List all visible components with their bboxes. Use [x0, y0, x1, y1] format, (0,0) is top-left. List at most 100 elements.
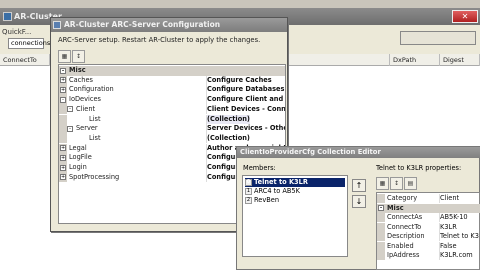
member-property-row[interactable]: - Misc	[377, 203, 480, 213]
member-label: Telnet to K3LR	[254, 178, 308, 186]
column-header-digest[interactable]: Digest	[440, 54, 480, 66]
property-name: Caches	[69, 75, 93, 84]
member-item[interactable]: 0 Telnet to K3LR	[245, 178, 345, 187]
property-row[interactable]: -Server Server Devices - Others connect i…	[59, 124, 285, 134]
member-item[interactable]: 2 RevBen	[245, 196, 345, 205]
member-label: ARC4 to AB5K	[254, 187, 300, 195]
member-property-row[interactable]: ConnectAs AB5K-10	[377, 213, 480, 222]
property-value[interactable]: Configure Databases	[206, 85, 284, 95]
property-value[interactable]: K3LR.com	[439, 251, 473, 260]
property-row[interactable]: - Misc	[59, 66, 285, 76]
property-row[interactable]: List (Collection)	[59, 114, 285, 125]
property-name: LogFile	[69, 153, 92, 162]
toolbar-button[interactable]	[400, 31, 476, 45]
property-value[interactable]: Client Devices - Connect outbound	[206, 104, 285, 115]
property-value[interactable]: Server Devices - Others connect inbound …	[206, 124, 285, 134]
collapse-icon[interactable]: -	[60, 96, 66, 103]
property-name: Server	[76, 124, 98, 133]
property-name: ConnectAs	[387, 213, 423, 221]
property-name: Category	[387, 194, 418, 202]
member-index: 0	[245, 178, 252, 186]
row-gutter	[377, 241, 385, 251]
move-down-button[interactable]: ↓	[352, 195, 366, 208]
row-gutter	[59, 133, 67, 144]
collapse-icon[interactable]: -	[378, 205, 384, 211]
property-name: List	[89, 114, 101, 123]
property-row[interactable]: -IoDevices Configure Client and Server I/…	[59, 95, 285, 105]
close-icon[interactable]: ✕	[452, 10, 478, 23]
property-value[interactable]: Configure Caches	[206, 75, 272, 86]
member-item[interactable]: 1 ARC4 to AB5K	[245, 187, 345, 196]
alphabetical-icon[interactable]: ↕	[390, 177, 403, 190]
row-gutter	[377, 194, 385, 203]
window-icon	[53, 21, 61, 29]
property-name: IpAddress	[387, 251, 420, 259]
property-row[interactable]: + Configuration Configure Databases	[59, 85, 285, 95]
row-gutter	[59, 114, 67, 125]
column-header-dxpath[interactable]: DxPath	[390, 54, 440, 66]
properties-toolbar: ▦ ↕ ▤	[376, 177, 426, 190]
collapse-icon[interactable]: -	[67, 106, 73, 113]
properties-label: Telnet to K3LR properties:	[376, 164, 462, 172]
property-value[interactable]: (Collection)	[206, 114, 250, 125]
row-gutter	[59, 124, 67, 134]
property-name: SpotProcessing	[69, 172, 120, 181]
property-row[interactable]: List (Collection)	[59, 133, 285, 144]
menu-bar[interactable]: QuickF...	[2, 27, 48, 37]
alphabetical-icon[interactable]: ↕	[72, 50, 85, 63]
member-index: 2	[245, 196, 252, 204]
row-gutter	[59, 104, 67, 115]
row-gutter	[377, 222, 385, 232]
collapse-icon[interactable]: -	[67, 125, 73, 132]
config-window-title: AR-Cluster ARC-Server Configuration	[64, 20, 221, 29]
expand-icon[interactable]: +	[60, 77, 66, 84]
property-name: ConnectTo	[387, 222, 422, 231]
collection-editor-title[interactable]: ClientIoProviderCfg Collection Editor	[237, 147, 480, 158]
property-name: List	[89, 133, 101, 142]
members-label: Members:	[243, 164, 276, 172]
tab-connections[interactable]: connections	[8, 38, 50, 49]
property-row[interactable]: -Client Client Devices - Connect outbound	[59, 104, 285, 115]
config-message: ARC-Server setup. Restart AR-Cluster to …	[58, 36, 261, 44]
property-value[interactable]: Configure Client and Server I/O Devices	[206, 95, 285, 105]
property-name: Legal	[69, 143, 87, 152]
property-grid-toolbar: ▦ ↕	[58, 50, 106, 63]
property-name: Client	[76, 104, 96, 113]
member-property-row[interactable]: ConnectTo K3LR	[377, 222, 480, 232]
expand-icon[interactable]: +	[60, 174, 66, 181]
row-gutter	[377, 251, 385, 260]
property-value[interactable]: (Collection)	[206, 133, 250, 144]
property-name: Misc	[69, 66, 86, 74]
member-property-row[interactable]: Enabled False	[377, 241, 480, 251]
column-header[interactable]	[290, 54, 390, 66]
column-header-connectto[interactable]: ConnectTo	[0, 54, 50, 66]
member-label: RevBen	[254, 196, 280, 204]
member-index: 1	[245, 187, 252, 195]
categorized-icon[interactable]: ▦	[376, 177, 389, 190]
collapse-icon[interactable]: -	[60, 67, 66, 74]
property-row[interactable]: + Caches Configure Caches	[59, 75, 285, 86]
property-pages-icon[interactable]: ▤	[404, 177, 417, 190]
member-property-row[interactable]: Category Client	[377, 194, 480, 203]
property-name: Misc	[387, 203, 404, 212]
members-list[interactable]: 0 Telnet to K3LR 1 ARC4 to AB5K 2 RevBen	[242, 175, 348, 257]
property-value[interactable]: AB5K-10	[439, 213, 468, 222]
move-up-button[interactable]: ↑	[352, 179, 366, 192]
expand-icon[interactable]: +	[60, 164, 66, 171]
app-icon	[3, 12, 12, 21]
property-value: Client	[439, 194, 460, 203]
member-property-row[interactable]: IpAddress K3LR.com	[377, 251, 480, 260]
property-value[interactable]: K3LR	[439, 222, 457, 232]
property-name: Configuration	[69, 85, 114, 94]
property-name: IoDevices	[69, 95, 101, 104]
categorized-icon[interactable]: ▦	[58, 50, 71, 63]
config-window-title-bar[interactable]: AR-Cluster ARC-Server Configuration	[51, 18, 287, 32]
expand-icon[interactable]: +	[60, 86, 66, 93]
property-name: Description	[387, 232, 425, 240]
expand-icon[interactable]: +	[60, 145, 66, 152]
member-property-row[interactable]: Description Telnet to K3	[377, 232, 480, 241]
expand-icon[interactable]: +	[60, 154, 66, 161]
property-value[interactable]: Telnet to K3	[439, 232, 479, 241]
property-value[interactable]: False	[439, 241, 457, 251]
member-property-grid[interactable]: Category Client - Misc ConnectAs AB5K-10 Conne…	[376, 192, 480, 270]
